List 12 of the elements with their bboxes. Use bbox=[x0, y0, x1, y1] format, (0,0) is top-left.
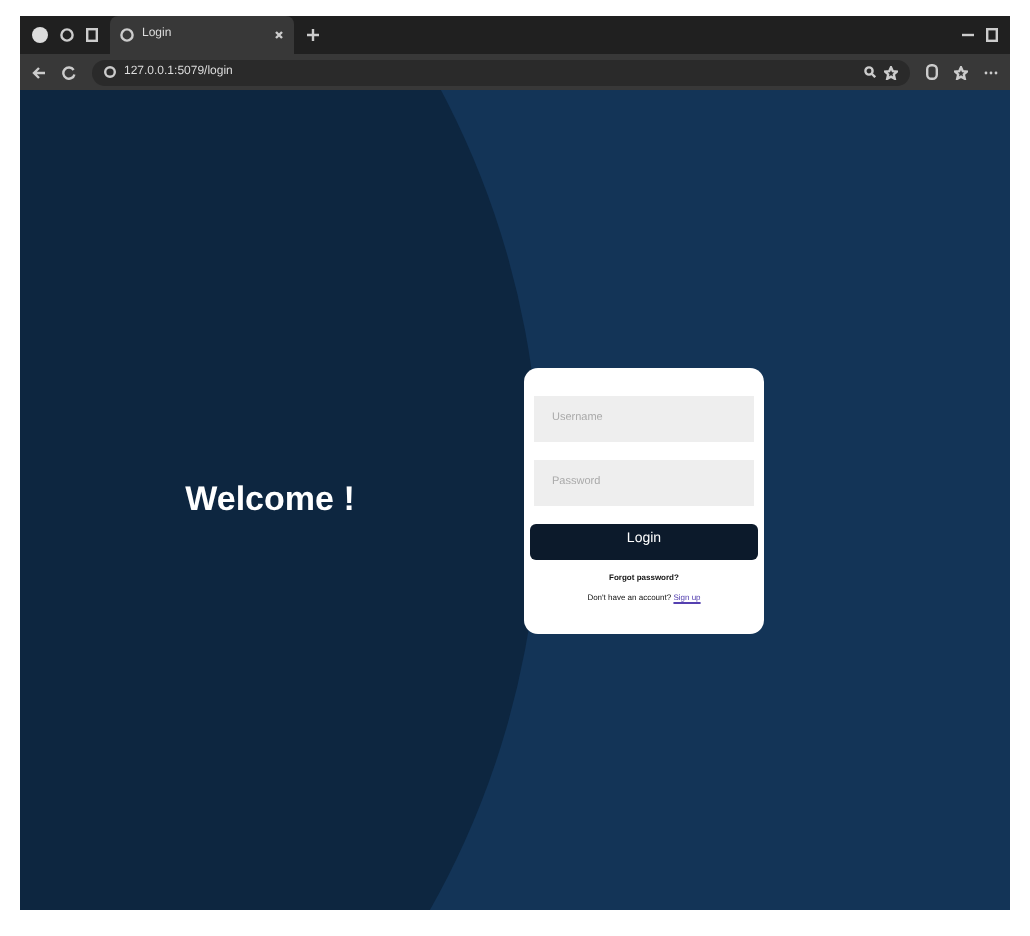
refresh-icon[interactable] bbox=[62, 65, 76, 79]
more-icon[interactable] bbox=[984, 69, 998, 75]
maximize-icon[interactable] bbox=[986, 28, 998, 42]
close-icon[interactable] bbox=[274, 30, 284, 40]
new-tab-icon[interactable] bbox=[306, 28, 320, 42]
profile-icon[interactable] bbox=[32, 26, 48, 44]
minimize-icon[interactable] bbox=[962, 32, 974, 38]
back-icon[interactable] bbox=[32, 65, 46, 79]
welcome-heading: Welcome ! bbox=[185, 479, 355, 521]
zoom-icon[interactable] bbox=[864, 66, 876, 78]
star-icon[interactable] bbox=[884, 65, 898, 79]
favorites-icon[interactable] bbox=[954, 65, 968, 79]
